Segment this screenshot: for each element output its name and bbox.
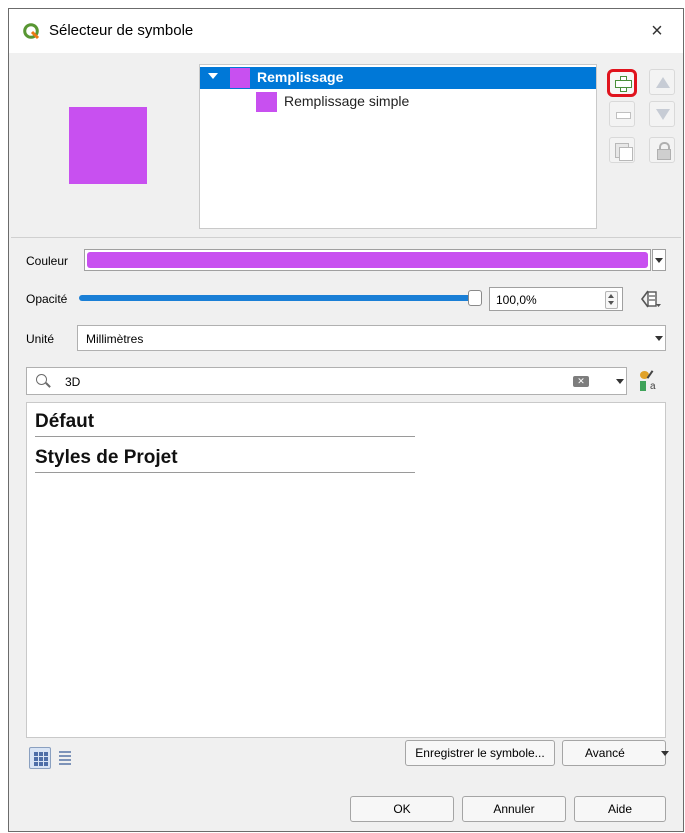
layer-label: Remplissage simple xyxy=(284,93,410,109)
opacity-slider-handle[interactable] xyxy=(468,290,482,306)
cancel-button[interactable]: Annuler xyxy=(462,796,566,822)
chevron-down-icon xyxy=(655,336,663,341)
spin-buttons[interactable] xyxy=(605,291,618,309)
divider xyxy=(11,237,681,238)
search-input[interactable]: 3D xyxy=(65,375,80,389)
remove-layer-button[interactable] xyxy=(609,101,635,127)
symbol-selector-dialog: Sélecteur de symbole × Remplissage Rempl… xyxy=(8,8,684,832)
minus-icon xyxy=(616,112,631,119)
save-symbol-button[interactable]: Enregistrer le symbole... xyxy=(405,740,555,766)
layer-swatch xyxy=(256,92,277,112)
add-layer-button[interactable] xyxy=(607,69,637,97)
unit-label: Unité xyxy=(26,332,55,346)
title-bar: Sélecteur de symbole × xyxy=(9,9,683,53)
clear-icon[interactable]: ✕ xyxy=(573,376,589,387)
layer-item-fill[interactable]: Remplissage xyxy=(200,67,596,89)
ok-button[interactable]: OK xyxy=(350,796,454,822)
advanced-label: Avancé xyxy=(585,746,625,760)
symbol-layer-tree: Remplissage Remplissage simple xyxy=(199,64,597,229)
expand-arrow-icon[interactable] xyxy=(208,73,218,79)
symbol-preview xyxy=(69,107,147,184)
opacity-label: Opacité xyxy=(26,292,68,306)
layer-item-simple-fill[interactable]: Remplissage simple xyxy=(200,91,596,113)
qgis-logo-icon xyxy=(23,23,40,40)
chevron-down-icon xyxy=(661,751,669,756)
duplicate-layer-button[interactable] xyxy=(609,137,635,163)
move-up-button[interactable] xyxy=(649,69,675,95)
chevron-down-icon xyxy=(616,379,624,384)
arrow-up-icon xyxy=(656,77,670,88)
lock-layer-button[interactable] xyxy=(649,137,675,163)
symbol-library-list: Défaut Styles de Projet xyxy=(26,402,666,738)
help-button[interactable]: Aide xyxy=(574,796,666,822)
close-button[interactable]: × xyxy=(643,18,671,44)
color-button[interactable] xyxy=(84,249,651,271)
layer-label: Remplissage xyxy=(257,69,344,85)
unit-select[interactable]: Millimètres xyxy=(77,325,666,351)
advanced-button[interactable]: Avancé xyxy=(562,740,669,766)
style-manager-button[interactable]: a xyxy=(636,367,664,395)
move-down-button[interactable] xyxy=(649,101,675,127)
opacity-value: 100,0% xyxy=(496,293,537,307)
search-dropdown-button[interactable] xyxy=(613,369,627,393)
layer-swatch xyxy=(230,68,250,88)
list-view-button[interactable] xyxy=(55,747,77,769)
group-header[interactable]: Styles de Projet xyxy=(35,447,415,473)
arrow-down-icon xyxy=(656,109,670,120)
icon-view-button[interactable] xyxy=(29,747,51,769)
search-field[interactable]: 3D ✕ xyxy=(26,367,627,395)
spin-up-icon xyxy=(608,294,614,298)
color-label: Couleur xyxy=(26,254,69,268)
window-title: Sélecteur de symbole xyxy=(49,22,194,39)
spin-down-icon xyxy=(608,301,614,305)
chevron-down-icon xyxy=(655,258,663,263)
color-dropdown-button[interactable] xyxy=(652,249,666,271)
opacity-slider[interactable] xyxy=(79,295,473,301)
opacity-spinbox[interactable]: 100,0% xyxy=(489,287,623,311)
unit-value: Millimètres xyxy=(86,332,144,346)
group-header[interactable]: Défaut xyxy=(35,411,415,437)
data-defined-override-icon[interactable] xyxy=(637,287,663,311)
color-swatch xyxy=(87,252,648,268)
